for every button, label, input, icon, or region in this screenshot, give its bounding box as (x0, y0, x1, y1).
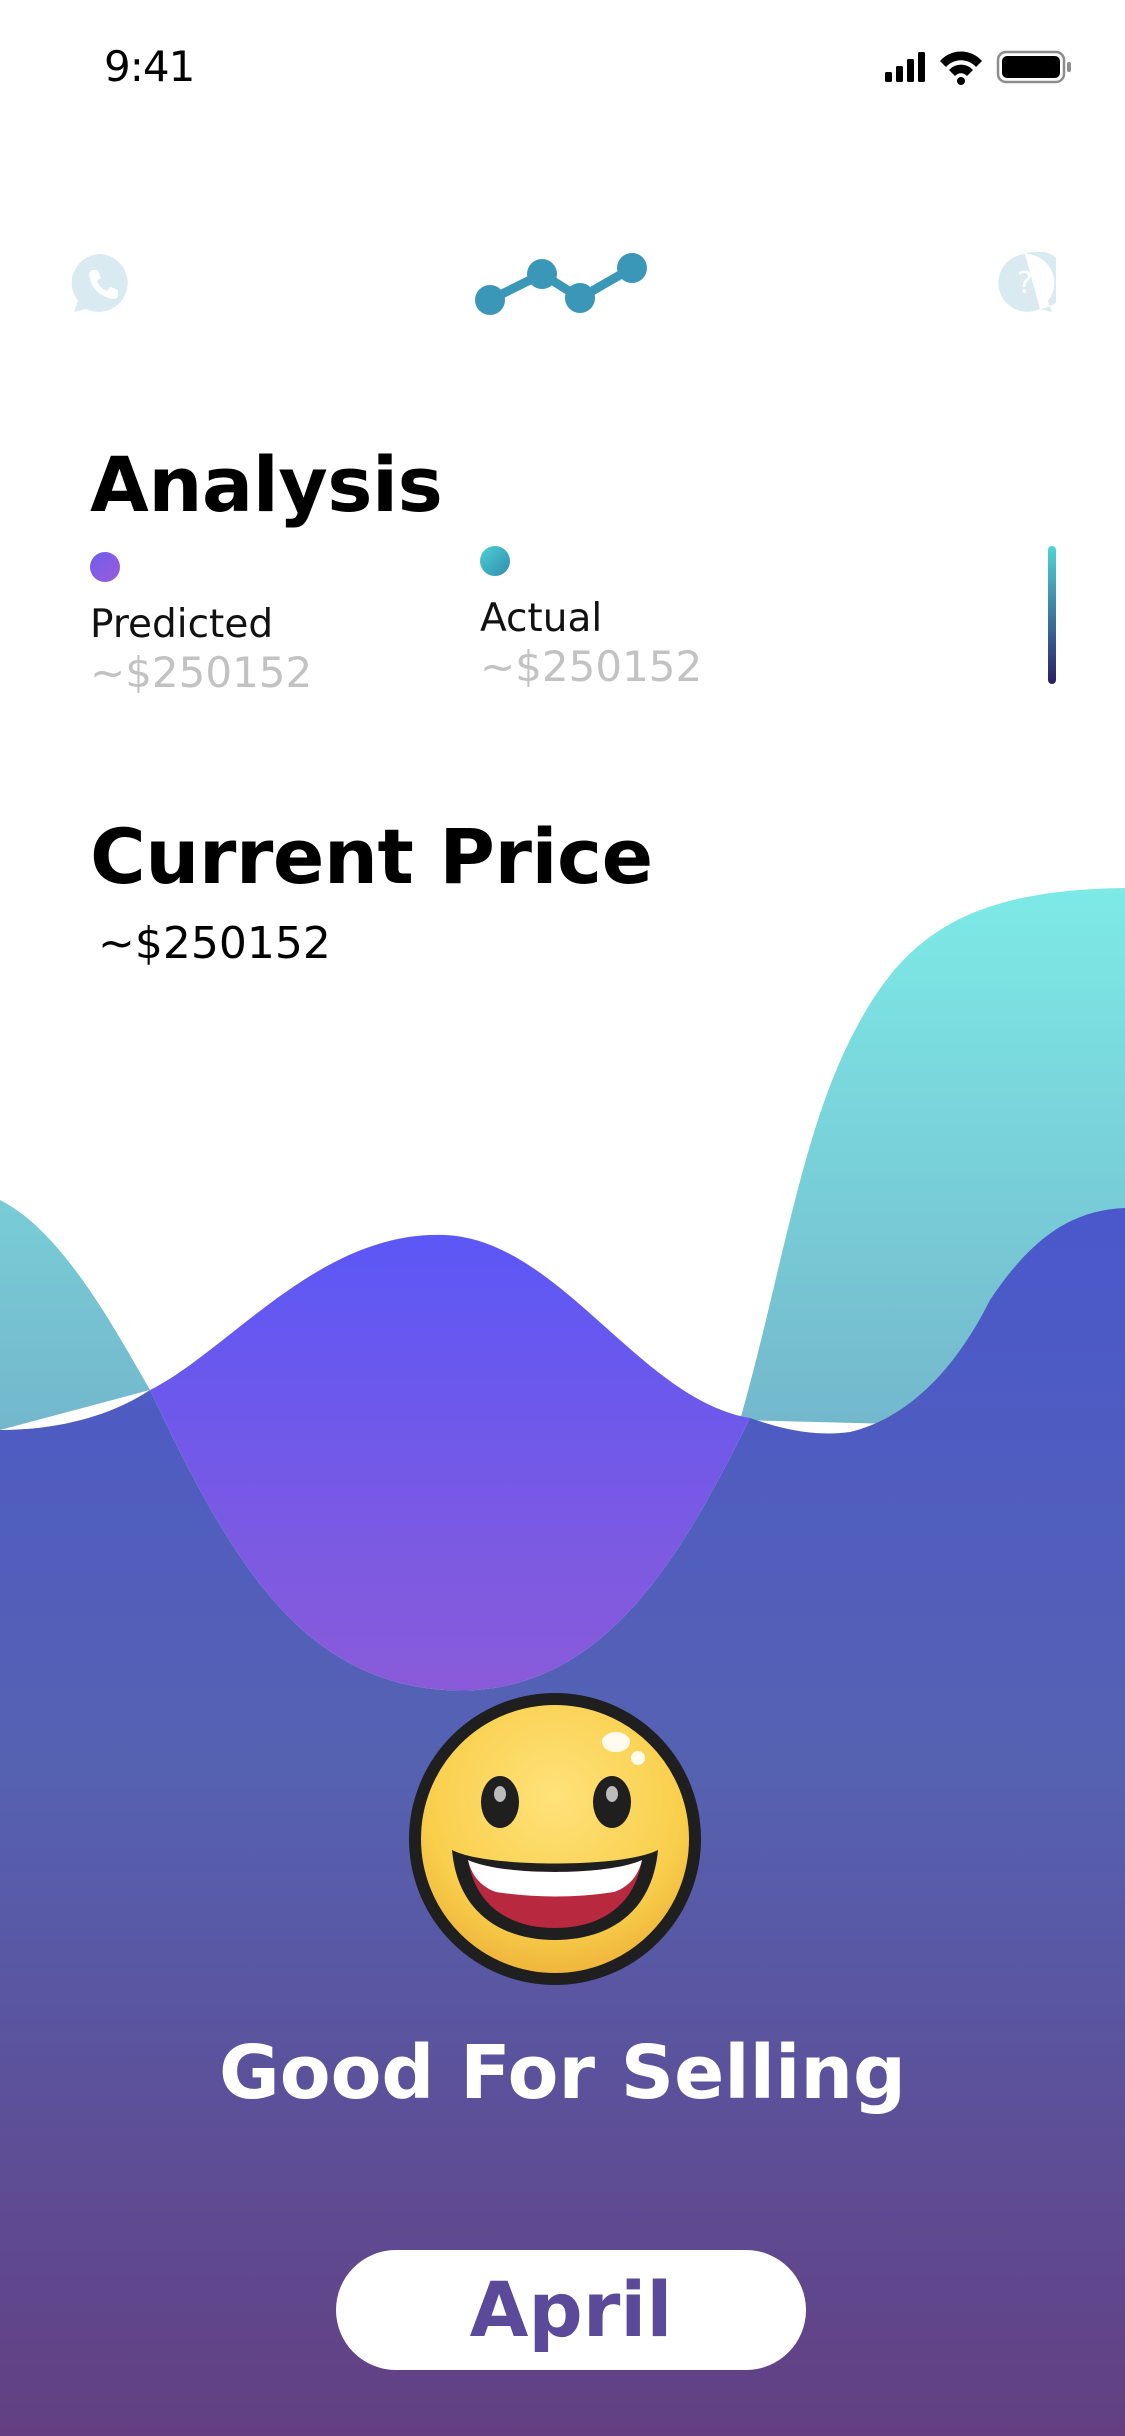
actual-dot-icon (480, 546, 510, 576)
actual-label: Actual (480, 596, 603, 641)
current-price-value: ~$250152 (98, 918, 331, 969)
current-price-title: Current Price (90, 812, 653, 901)
month-selector-button[interactable]: April (336, 2250, 806, 2370)
predicted-value: ~$250152 (90, 648, 313, 697)
status-time: 9:41 (104, 42, 195, 91)
analysis-screen: 9:41 ? Analysis Predicted ~$250152 Actua… (0, 0, 1125, 2436)
cellular-signal-icon (885, 52, 925, 82)
analysis-title: Analysis (90, 440, 443, 529)
status-icons (885, 50, 1071, 85)
battery-icon (996, 50, 1071, 84)
line-chart-icon (475, 253, 647, 315)
predicted-label: Predicted (90, 602, 274, 647)
grinning-face-icon (409, 1693, 701, 1985)
predicted-dot-icon (90, 552, 120, 582)
phone-icon[interactable] (70, 252, 132, 314)
actual-value: ~$250152 (480, 642, 703, 691)
scroll-indicator[interactable] (1048, 546, 1056, 684)
verdict-text: Good For Selling (218, 2030, 907, 2116)
help-icon[interactable]: ? (994, 252, 1056, 314)
svg-text:?: ? (1017, 266, 1033, 301)
wifi-icon (940, 51, 982, 85)
